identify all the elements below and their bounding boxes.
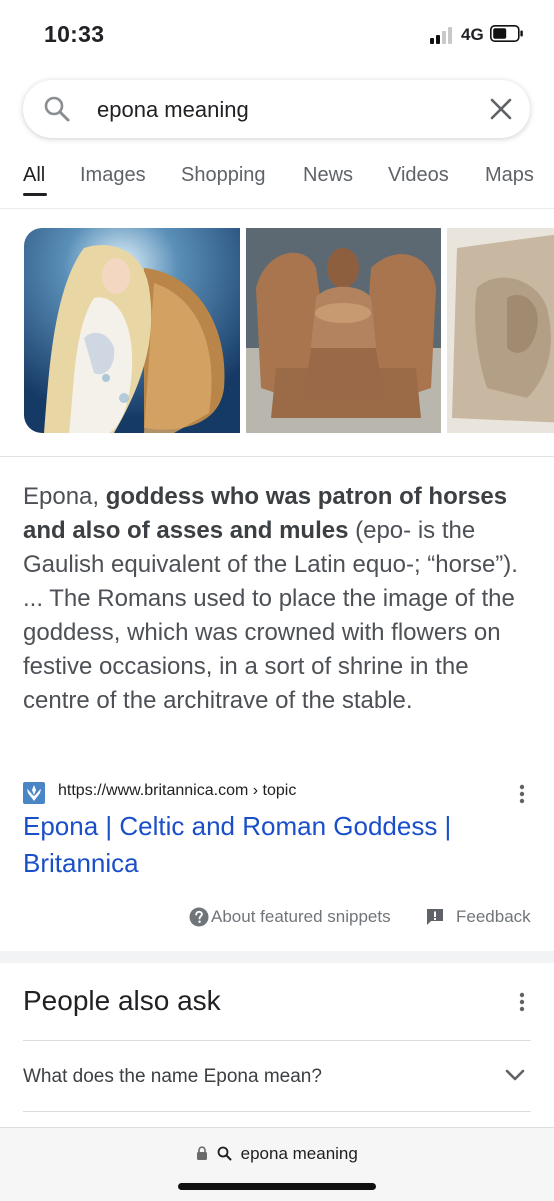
source-url: https://www.britannica.com › topic bbox=[58, 782, 297, 799]
network-type: 4G bbox=[461, 25, 484, 44]
tab-images[interactable]: Images bbox=[80, 164, 146, 187]
tab-all[interactable]: All bbox=[23, 164, 45, 187]
active-tab-indicator bbox=[23, 193, 47, 196]
snippet-lead: Epona, bbox=[23, 483, 106, 510]
snippet-body: (epo- is the Gaulish equivalent of the L… bbox=[23, 517, 518, 714]
search-icon[interactable] bbox=[43, 95, 71, 123]
image-result-rider-relief[interactable] bbox=[447, 228, 554, 433]
about-label: About featured snippets bbox=[211, 907, 391, 926]
section-divider bbox=[0, 456, 554, 457]
featured-snippet-text: Epona, goddess who was patron of horses … bbox=[23, 480, 533, 718]
tab-maps[interactable]: Maps bbox=[485, 164, 534, 187]
status-time: 10:33 bbox=[44, 21, 105, 47]
britannica-favicon-icon bbox=[23, 782, 45, 804]
paa-more-options-icon[interactable] bbox=[518, 991, 526, 1013]
home-indicator[interactable] bbox=[178, 1183, 376, 1190]
paa-question-row[interactable]: What does the name Epona mean? bbox=[23, 1040, 531, 1112]
about-featured-snippets-link[interactable]: About featured snippets bbox=[189, 907, 391, 927]
search-tabs: All Images Shopping News Videos Maps bbox=[0, 150, 554, 209]
image-result-goddess-painting[interactable] bbox=[24, 228, 240, 433]
more-options-icon[interactable] bbox=[518, 783, 526, 805]
feedback-label: Feedback bbox=[456, 907, 531, 926]
feedback-icon bbox=[427, 909, 443, 925]
close-icon[interactable] bbox=[488, 96, 514, 122]
search-input[interactable] bbox=[95, 92, 479, 128]
snippet-footer: About featured snippets Feedback bbox=[0, 905, 554, 931]
address-text: epona meaning bbox=[240, 1144, 358, 1163]
signal-strength-icon bbox=[430, 26, 456, 44]
tab-videos[interactable]: Videos bbox=[388, 164, 449, 187]
image-results-strip bbox=[0, 228, 554, 434]
tab-news[interactable]: News bbox=[303, 164, 353, 187]
status-bar: 10:33 4G bbox=[0, 0, 554, 66]
lock-icon bbox=[197, 1146, 208, 1160]
browser-bottom-bar: epona meaning bbox=[0, 1127, 554, 1201]
people-also-ask-title: People also ask bbox=[23, 985, 221, 1016]
feedback-link[interactable]: Feedback bbox=[426, 907, 531, 927]
tab-shopping[interactable]: Shopping bbox=[181, 164, 266, 187]
image-result-stone-relief[interactable] bbox=[246, 228, 441, 433]
help-icon bbox=[189, 907, 209, 927]
address-bar[interactable]: epona meaning bbox=[0, 1144, 554, 1164]
result-title-link[interactable]: Epona | Celtic and Roman Goddess | Brita… bbox=[23, 808, 513, 882]
battery-icon bbox=[490, 25, 524, 42]
chevron-down-icon bbox=[505, 1069, 525, 1081]
result-source[interactable]: https://www.britannica.com › topic bbox=[23, 779, 533, 805]
paa-question: What does the name Epona mean? bbox=[23, 1066, 322, 1087]
search-box[interactable] bbox=[23, 80, 530, 138]
search-icon bbox=[217, 1146, 232, 1161]
section-separator bbox=[0, 951, 554, 963]
